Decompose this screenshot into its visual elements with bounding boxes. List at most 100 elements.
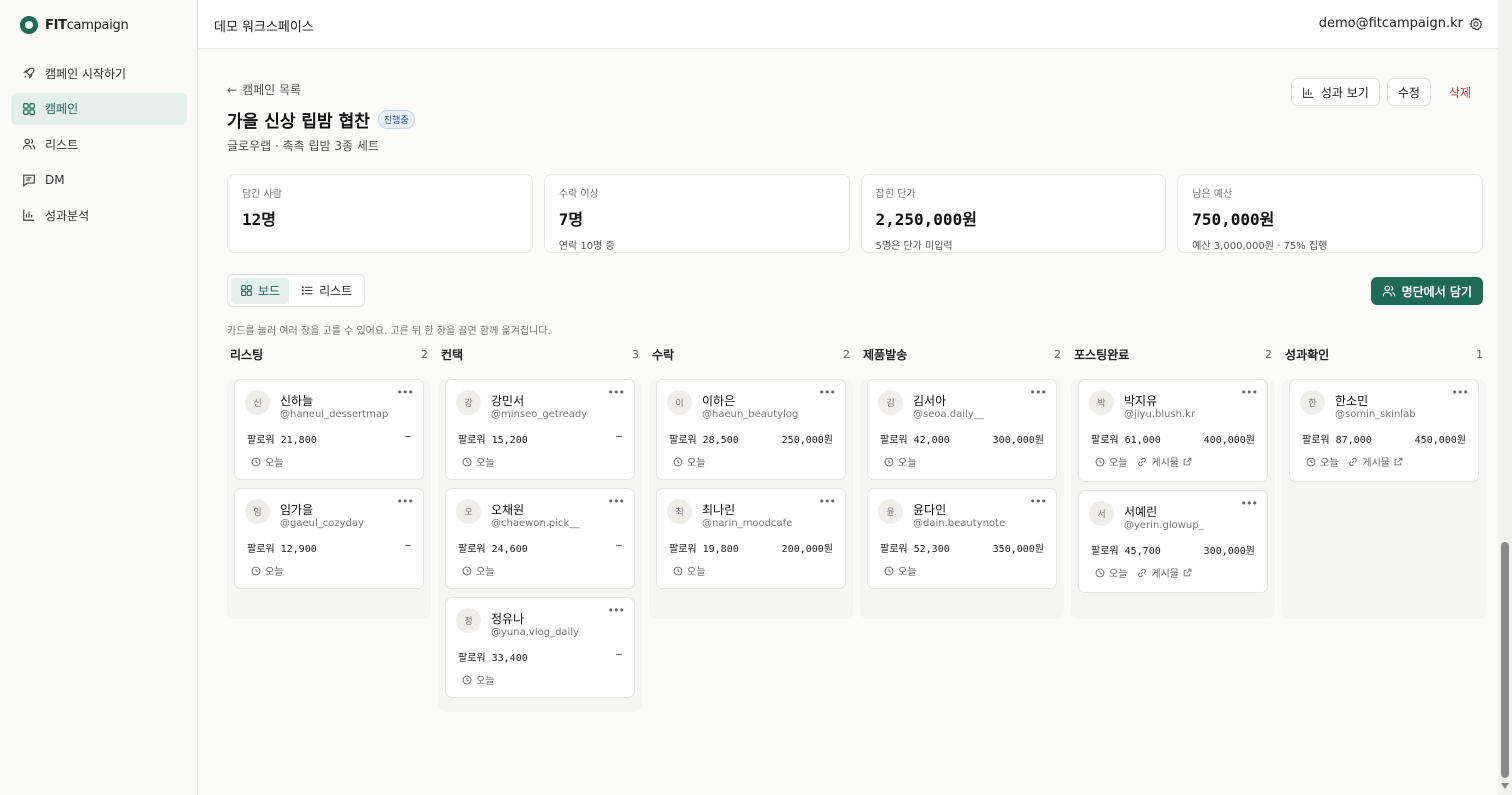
post-link[interactable]: 게시물 [1348,454,1403,469]
stats-row: 담긴 사람 12명 수락 이상 7명 연락 10명 중 잡힌 단가 2,250,… [227,174,1483,253]
clock-icon [884,457,894,466]
post-link[interactable]: 게시물 [1137,454,1192,469]
scrollbar-thumb[interactable] [1501,542,1509,778]
influencer-card[interactable]: 윤 윤다인 @dain.beautynote ••• 팔로워 52,300 350,000… [867,488,1057,589]
avatar: 강 [456,390,481,415]
time-label: 오늘 [265,458,284,469]
follower-count: 팔로워 21,800 [247,435,317,446]
follower-count: 팔로워 45,700 [1091,546,1161,557]
column-drop-area[interactable]: 강 강민서 @minseo_getready ••• 팔로워 15,200– 오늘 오 오채원… [438,379,642,712]
column-name: 컨택 [441,348,464,362]
avatar: 김 [878,390,903,415]
influencer-name: 최나린 [702,503,736,517]
influencer-card[interactable]: 박 박지유 @jiyu.blush.kr ••• 팔로워 61,000 400,000원 오… [1078,379,1268,482]
sidebar-item-label: 성과분석 [45,208,90,223]
clock-icon [251,457,261,466]
column-count: 2 [1054,348,1061,361]
column-drop-area[interactable]: 신 신하늘 @haneul_dessertmap ••• 팔로워 21,800– 오늘 임 임… [227,379,431,619]
external-link-icon [1183,457,1192,466]
column-name: 성과확인 [1285,348,1330,362]
sidebar-item-list[interactable]: 리스트 [11,128,187,160]
influencer-card[interactable]: 김 김서아 @seoa.daily__ ••• 팔로워 42,000 300,000원 오늘 [867,379,1057,480]
board-column: 제품발송 2 김 김서아 @seoa.daily__ ••• 팔로워 42,000 300,0… [860,346,1064,712]
stat-sub: 예산 3,000,000원 · 75% 집행 [1192,241,1328,252]
column-drop-area[interactable]: 박 박지유 @jiyu.blush.kr ••• 팔로워 61,000 400,000원 오… [1071,379,1275,619]
more-options-icon[interactable]: ••• [1452,386,1469,399]
influencer-card[interactable]: 서 서예린 @yerin.glowup_ ••• 팔로워 45,700 300,000원 오… [1078,490,1268,593]
view-report-label: 성과 보기 [1320,85,1369,100]
more-options-icon[interactable]: ••• [608,386,625,399]
influencer-card[interactable]: 최 최나린 @narin_moodcafe ••• 팔로워 19,800 200,000원… [656,488,846,589]
more-options-icon[interactable]: ••• [1241,386,1258,399]
card-time: 오늘 [462,563,494,578]
tab-board[interactable]: 보드 [231,277,290,304]
clock-icon [1095,568,1105,577]
back-link[interactable]: ← 캠페인 목록 [227,81,301,98]
app-logo[interactable]: FITcampaign [20,16,129,34]
column-count: 2 [843,348,850,361]
kanban-board: 리스팅 2 신 신하늘 @haneul_dessertmap ••• 팔로워 21,800 –… [227,346,1486,712]
clock-icon [462,566,472,575]
influencer-card[interactable]: 정 정유나 @yuna.vlog_daily ••• 팔로워 33,400 – 오늘 [445,597,635,698]
influencer-name: 박지유 [1124,394,1158,408]
column-count: 3 [632,348,639,361]
sidebar-item-dm[interactable]: DM [11,164,187,196]
delete-button[interactable]: 삭제 [1438,78,1482,106]
more-options-icon[interactable]: ••• [1241,497,1258,510]
more-options-icon[interactable]: ••• [819,386,836,399]
price-value: 400,000원 [1203,435,1255,446]
post-link[interactable]: 게시물 [1137,565,1192,580]
price-value: 300,000원 [1203,546,1255,557]
tab-list[interactable]: 리스트 [292,278,361,304]
link-icon [1349,457,1358,466]
sidebar-item-campaign-start[interactable]: 캠페인 시작하기 [11,57,187,89]
follower-count: 팔로워 12,900 [247,544,317,555]
more-options-icon[interactable]: ••• [1030,386,1047,399]
more-options-icon[interactable]: ••• [397,386,414,399]
influencer-name: 윤다인 [913,503,947,517]
workspace-name[interactable]: 데모 워크스페이스 [214,16,314,35]
influencer-card[interactable]: 오 오채원 @chaewon.pick__ ••• 팔로워 24,600 – 오늘 [445,488,635,589]
page-title: 가을 신상 립밤 협찬 진행중 [227,107,415,132]
influencer-card[interactable]: 임 임가을 @gaeul_cozyday ••• 팔로워 12,900 – 오늘 [234,488,424,589]
time-label: 오늘 [898,458,917,469]
sidebar-item-label: 캠페인 [45,102,79,116]
more-options-icon[interactable]: ••• [608,604,625,617]
add-from-list-label: 명단에서 담기 [1401,284,1472,299]
column-drop-area[interactable]: 이 이하은 @haeun_beautylog ••• 팔로워 28,500 250,000… [649,379,853,619]
arrow-left-icon: ← [227,82,238,97]
clock-icon [462,675,472,684]
column-name: 리스팅 [230,348,264,362]
influencer-handle: @haneul_dessertmap [280,409,389,420]
gear-icon[interactable] [1469,16,1483,31]
sidebar-item-campaign[interactable]: 캠페인 [11,92,187,125]
influencer-card[interactable]: 한 한소민 @somin_skinlab ••• 팔로워 87,000 450,000원 오… [1289,379,1479,482]
more-options-icon[interactable]: ••• [608,495,625,508]
price-value: – [404,431,411,442]
more-options-icon[interactable]: ••• [1030,495,1047,508]
time-label: 오늘 [476,676,495,687]
influencer-card[interactable]: 이 이하은 @haeun_beautylog ••• 팔로워 28,500 250,000… [656,379,846,480]
add-from-list-button[interactable]: 명단에서 담기 [1370,277,1483,305]
card-time: 오늘 [884,454,916,469]
view-report-button[interactable]: 성과 보기 [1290,78,1380,106]
user-menu[interactable]: demo@fitcampaign.kr [1319,16,1483,31]
influencer-card[interactable]: 강 강민서 @minseo_getready ••• 팔로워 15,200 – 오늘 [445,379,635,480]
edit-button[interactable]: 수정 [1386,78,1431,106]
more-options-icon[interactable]: ••• [819,495,836,508]
card-meta: 오늘 [673,454,705,469]
column-drop-area[interactable]: 한 한소민 @somin_skinlab ••• 팔로워 87,000 450,000원 오… [1282,379,1486,619]
price-value: – [615,649,622,660]
sidebar-item-analytics[interactable]: 성과분석 [11,199,187,231]
post-link-label: 게시물 [1151,569,1180,580]
stat-card-price: 잡힌 단가 2,250,000원 5명은 단가 미입력 [860,174,1167,253]
influencer-handle: @yuna.vlog_daily [491,627,580,638]
card-meta: 오늘 게시물 [1095,454,1192,469]
column-header: 리스팅 2 [227,346,431,363]
column-drop-area[interactable]: 김 김서아 @seoa.daily__ ••• 팔로워 42,000 300,000원 오늘… [860,379,1064,619]
page-scrollbar[interactable] [1498,0,1512,795]
scroll-down-arrow-icon[interactable] [1501,783,1509,789]
influencer-card[interactable]: 신 신하늘 @haneul_dessertmap ••• 팔로워 21,800 – 오늘 [234,379,424,480]
card-meta: 오늘 [673,563,705,578]
more-options-icon[interactable]: ••• [397,495,414,508]
